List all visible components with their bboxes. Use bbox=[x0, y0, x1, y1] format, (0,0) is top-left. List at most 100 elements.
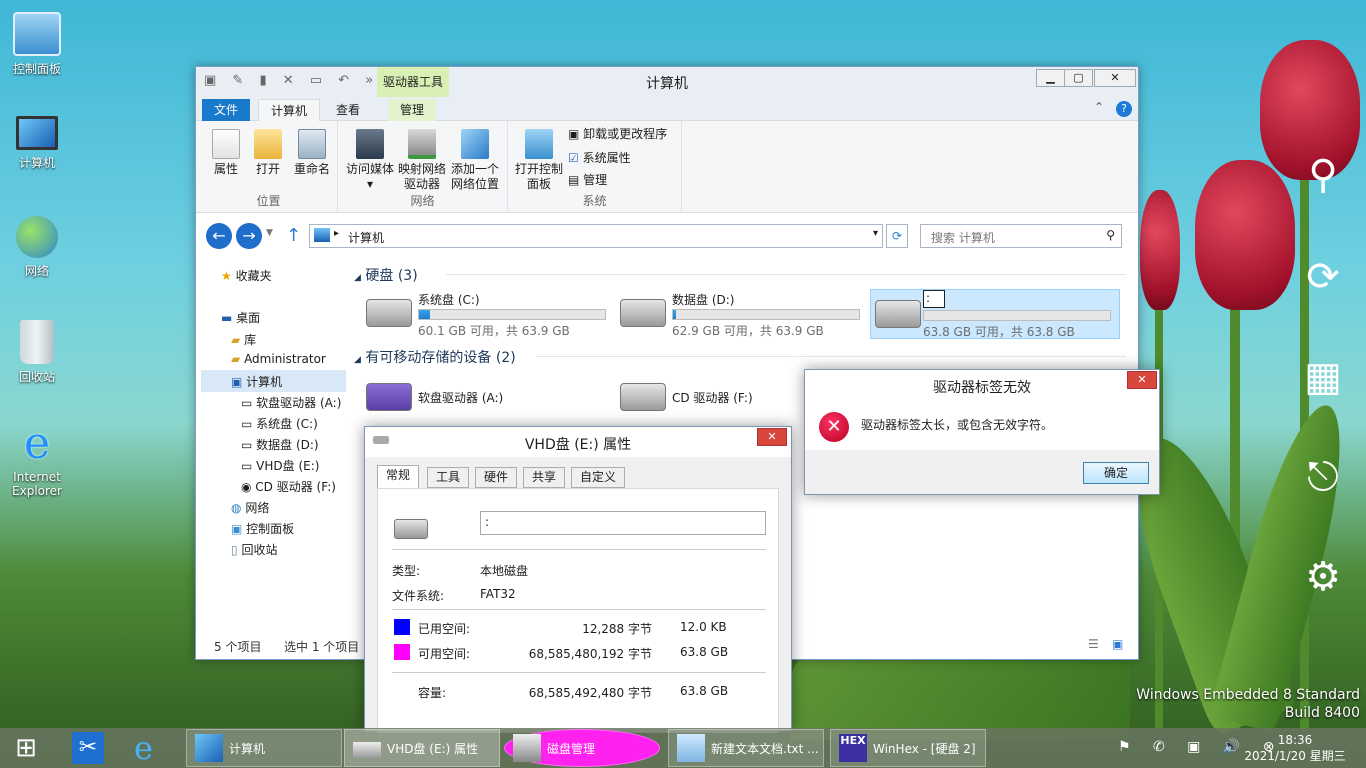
tab-customize[interactable]: 自定义 bbox=[571, 467, 626, 488]
taskbar-item-computer[interactable]: 计算机 bbox=[186, 729, 342, 767]
nav-libraries[interactable]: ▰ 库 bbox=[231, 331, 256, 348]
address-dropdown-icon[interactable]: ▾ bbox=[873, 228, 878, 239]
rename-button[interactable]: 重命名 bbox=[292, 129, 332, 177]
capacity-bar bbox=[418, 309, 606, 320]
nav-vhd-e[interactable]: ▭ VHD盘 (E:) bbox=[241, 457, 319, 474]
open-button[interactable]: 打开 bbox=[250, 129, 286, 177]
refresh-button[interactable]: ⟳ bbox=[886, 224, 908, 248]
error-titlebar[interactable]: 驱动器标签无效 ✕ bbox=[805, 370, 1159, 400]
drive-label-input[interactable]: : bbox=[480, 511, 766, 535]
capacity-bar bbox=[923, 310, 1111, 321]
drive-rename-input[interactable]: : bbox=[923, 290, 945, 308]
desktop-icon-computer[interactable]: 计算机 bbox=[2, 116, 72, 171]
drive-cd-f[interactable]: CD 驱动器 (F:) bbox=[620, 373, 820, 425]
start-button-icon[interactable]: ⊞ bbox=[10, 734, 42, 762]
section-divider bbox=[536, 356, 1126, 357]
clock[interactable]: 18:36 2021/1/20 星期三 bbox=[1240, 732, 1350, 764]
pinned-tool-icon[interactable]: ✂ bbox=[72, 732, 104, 764]
nav-floppy-a[interactable]: ▭ 软盘驱动器 (A:) bbox=[241, 394, 341, 411]
nav-recycle-bin[interactable]: ▯ 回收站 bbox=[231, 541, 277, 558]
share-charm-icon[interactable]: ⟳ bbox=[1298, 252, 1348, 302]
close-button[interactable]: ✕ bbox=[1094, 69, 1136, 87]
section-hard-disks[interactable]: ◢ 硬盘 (3) bbox=[354, 265, 418, 285]
drive-d-icon bbox=[620, 299, 666, 327]
desktop-icon-network[interactable]: 网络 bbox=[2, 216, 72, 279]
collapse-ribbon-icon[interactable]: ⌃ bbox=[1094, 100, 1104, 114]
desktop-icon-ie[interactable]: e Internet Explorer bbox=[2, 422, 72, 499]
star-icon: ★ bbox=[221, 269, 232, 283]
taskbar-item-disk-management[interactable]: 磁盘管理 bbox=[504, 729, 660, 767]
recycle-bin-icon: ▯ bbox=[231, 543, 238, 557]
forward-button[interactable]: → bbox=[236, 223, 262, 249]
nav-cd-f[interactable]: ◉ CD 驱动器 (F:) bbox=[241, 478, 336, 495]
tab-hardware[interactable]: 硬件 bbox=[475, 467, 518, 488]
open-control-panel-button[interactable]: 打开控制面板 bbox=[512, 129, 566, 192]
properties-button[interactable]: 属性 bbox=[208, 129, 244, 177]
ok-button[interactable]: 确定 bbox=[1083, 462, 1149, 484]
section-removable[interactable]: ◢ 有可移动存储的设备 (2) bbox=[354, 347, 516, 367]
tab-view[interactable]: 查看 bbox=[324, 99, 372, 121]
address-bar[interactable]: ▸ 计算机 ▾ bbox=[309, 224, 883, 248]
type-value: 本地磁盘 bbox=[480, 564, 529, 578]
tab-tools[interactable]: 工具 bbox=[427, 467, 470, 488]
uninstall-program-button[interactable]: ▣ 卸载或更改程序 bbox=[568, 127, 667, 142]
dialog-titlebar[interactable]: VHD盘 (E:) 属性 ✕ bbox=[365, 427, 791, 457]
nav-data-d[interactable]: ▭ 数据盘 (D:) bbox=[241, 436, 319, 453]
tab-general[interactable]: 常规 bbox=[377, 465, 420, 489]
drive-c[interactable]: 系统盘 (C:) 60.1 GB 可用，共 63.9 GB bbox=[366, 289, 616, 341]
tab-sharing[interactable]: 共享 bbox=[523, 467, 566, 488]
map-network-drive-button[interactable]: 映射网络驱动器 bbox=[396, 129, 448, 192]
tab-computer[interactable]: 计算机 bbox=[258, 99, 321, 121]
nav-administrator[interactable]: ▰ Administrator bbox=[231, 352, 326, 366]
explorer-titlebar[interactable]: ▣ ✎ ▮ ✕ ▭ ↶ » 驱动器工具 计算机 ▁ ▢ ✕ bbox=[196, 67, 1138, 97]
settings-charm-icon[interactable]: ⚙ bbox=[1298, 552, 1348, 602]
devices-charm-icon[interactable]: ⎋ bbox=[1298, 452, 1348, 502]
tab-manage[interactable]: 管理 bbox=[388, 99, 437, 121]
search-charm-icon[interactable]: ⚲ bbox=[1298, 150, 1348, 200]
nav-computer[interactable]: ▣ 计算机 bbox=[201, 370, 346, 392]
taskbar-item-properties[interactable]: VHD盘 (E:) 属性 bbox=[344, 729, 500, 767]
error-dialog: 驱动器标签无效 ✕ ✕ 驱动器标签太长，或包含无效字符。 确定 bbox=[804, 369, 1160, 495]
taskbar-item-notepad[interactable]: 新建文本文档.txt ... bbox=[668, 729, 824, 767]
add-network-location-button[interactable]: 添加一个网络位置 bbox=[448, 129, 502, 192]
ribbon-group-system: 打开控制面板 ▣ 卸载或更改程序 ☑ 系统属性 ▤ 管理 系统 bbox=[508, 121, 682, 213]
minimize-button[interactable]: ▁ bbox=[1036, 69, 1065, 87]
recent-locations-icon[interactable]: ▼ bbox=[266, 228, 273, 238]
nav-system-c[interactable]: ▭ 系统盘 (C:) bbox=[241, 415, 318, 432]
system-properties-button[interactable]: ☑ 系统属性 bbox=[568, 151, 631, 166]
start-charm-icon[interactable]: ▦ bbox=[1298, 352, 1348, 402]
nav-network[interactable]: ◍ 网络 bbox=[231, 499, 269, 516]
details-view-icon[interactable]: ☰ bbox=[1088, 637, 1099, 651]
used-space-bytes: 12,288 字节 bbox=[582, 622, 652, 636]
nav-favorites[interactable]: ★ 收藏夹 bbox=[221, 267, 272, 284]
help-icon[interactable]: ? bbox=[1116, 101, 1132, 117]
clock-date: 2021/1/20 星期三 bbox=[1244, 749, 1346, 763]
nav-desktop[interactable]: ▬ 桌面 bbox=[221, 309, 260, 326]
add-network-location-icon bbox=[461, 129, 489, 159]
nav-control-panel[interactable]: ▣ 控制面板 bbox=[231, 520, 294, 537]
maximize-button[interactable]: ▢ bbox=[1064, 69, 1093, 87]
breadcrumb: 计算机 bbox=[348, 231, 385, 245]
search-icon[interactable]: ⚲ bbox=[1106, 228, 1115, 242]
pinned-ie-icon[interactable]: e bbox=[134, 730, 153, 766]
drive-e-selected[interactable]: : 63.8 GB 可用，共 63.8 GB bbox=[870, 289, 1120, 339]
drive-d[interactable]: 数据盘 (D:) 62.9 GB 可用，共 63.9 GB bbox=[620, 289, 870, 341]
computer-small-icon bbox=[314, 228, 330, 242]
dialog-close-button[interactable]: ✕ bbox=[757, 428, 787, 446]
floppy-icon bbox=[366, 383, 412, 411]
access-media-button[interactable]: 访问媒体 ▾ bbox=[344, 129, 396, 192]
clock-time: 18:36 bbox=[1277, 733, 1313, 747]
back-button[interactable]: ← bbox=[206, 223, 232, 249]
error-close-button[interactable]: ✕ bbox=[1127, 371, 1157, 389]
search-input[interactable]: 搜索 计算机 bbox=[931, 229, 995, 246]
desktop-icon-recycle-bin[interactable]: 回收站 bbox=[2, 320, 72, 385]
up-button[interactable]: ↑ bbox=[286, 225, 301, 246]
tab-file[interactable]: 文件 bbox=[202, 99, 251, 121]
drive-icon bbox=[394, 519, 428, 539]
desktop-icon-control-panel[interactable]: 控制面板 bbox=[2, 12, 72, 77]
drive-floppy-a[interactable]: 软盘驱动器 (A:) bbox=[366, 373, 566, 425]
search-box[interactable]: 搜索 计算机 ⚲ bbox=[920, 224, 1122, 248]
manage-button[interactable]: ▤ 管理 bbox=[568, 173, 607, 188]
taskbar-item-winhex[interactable]: HEX WinHex - [硬盘 2] bbox=[830, 729, 986, 767]
large-icons-view-icon[interactable]: ▣ bbox=[1112, 637, 1123, 651]
